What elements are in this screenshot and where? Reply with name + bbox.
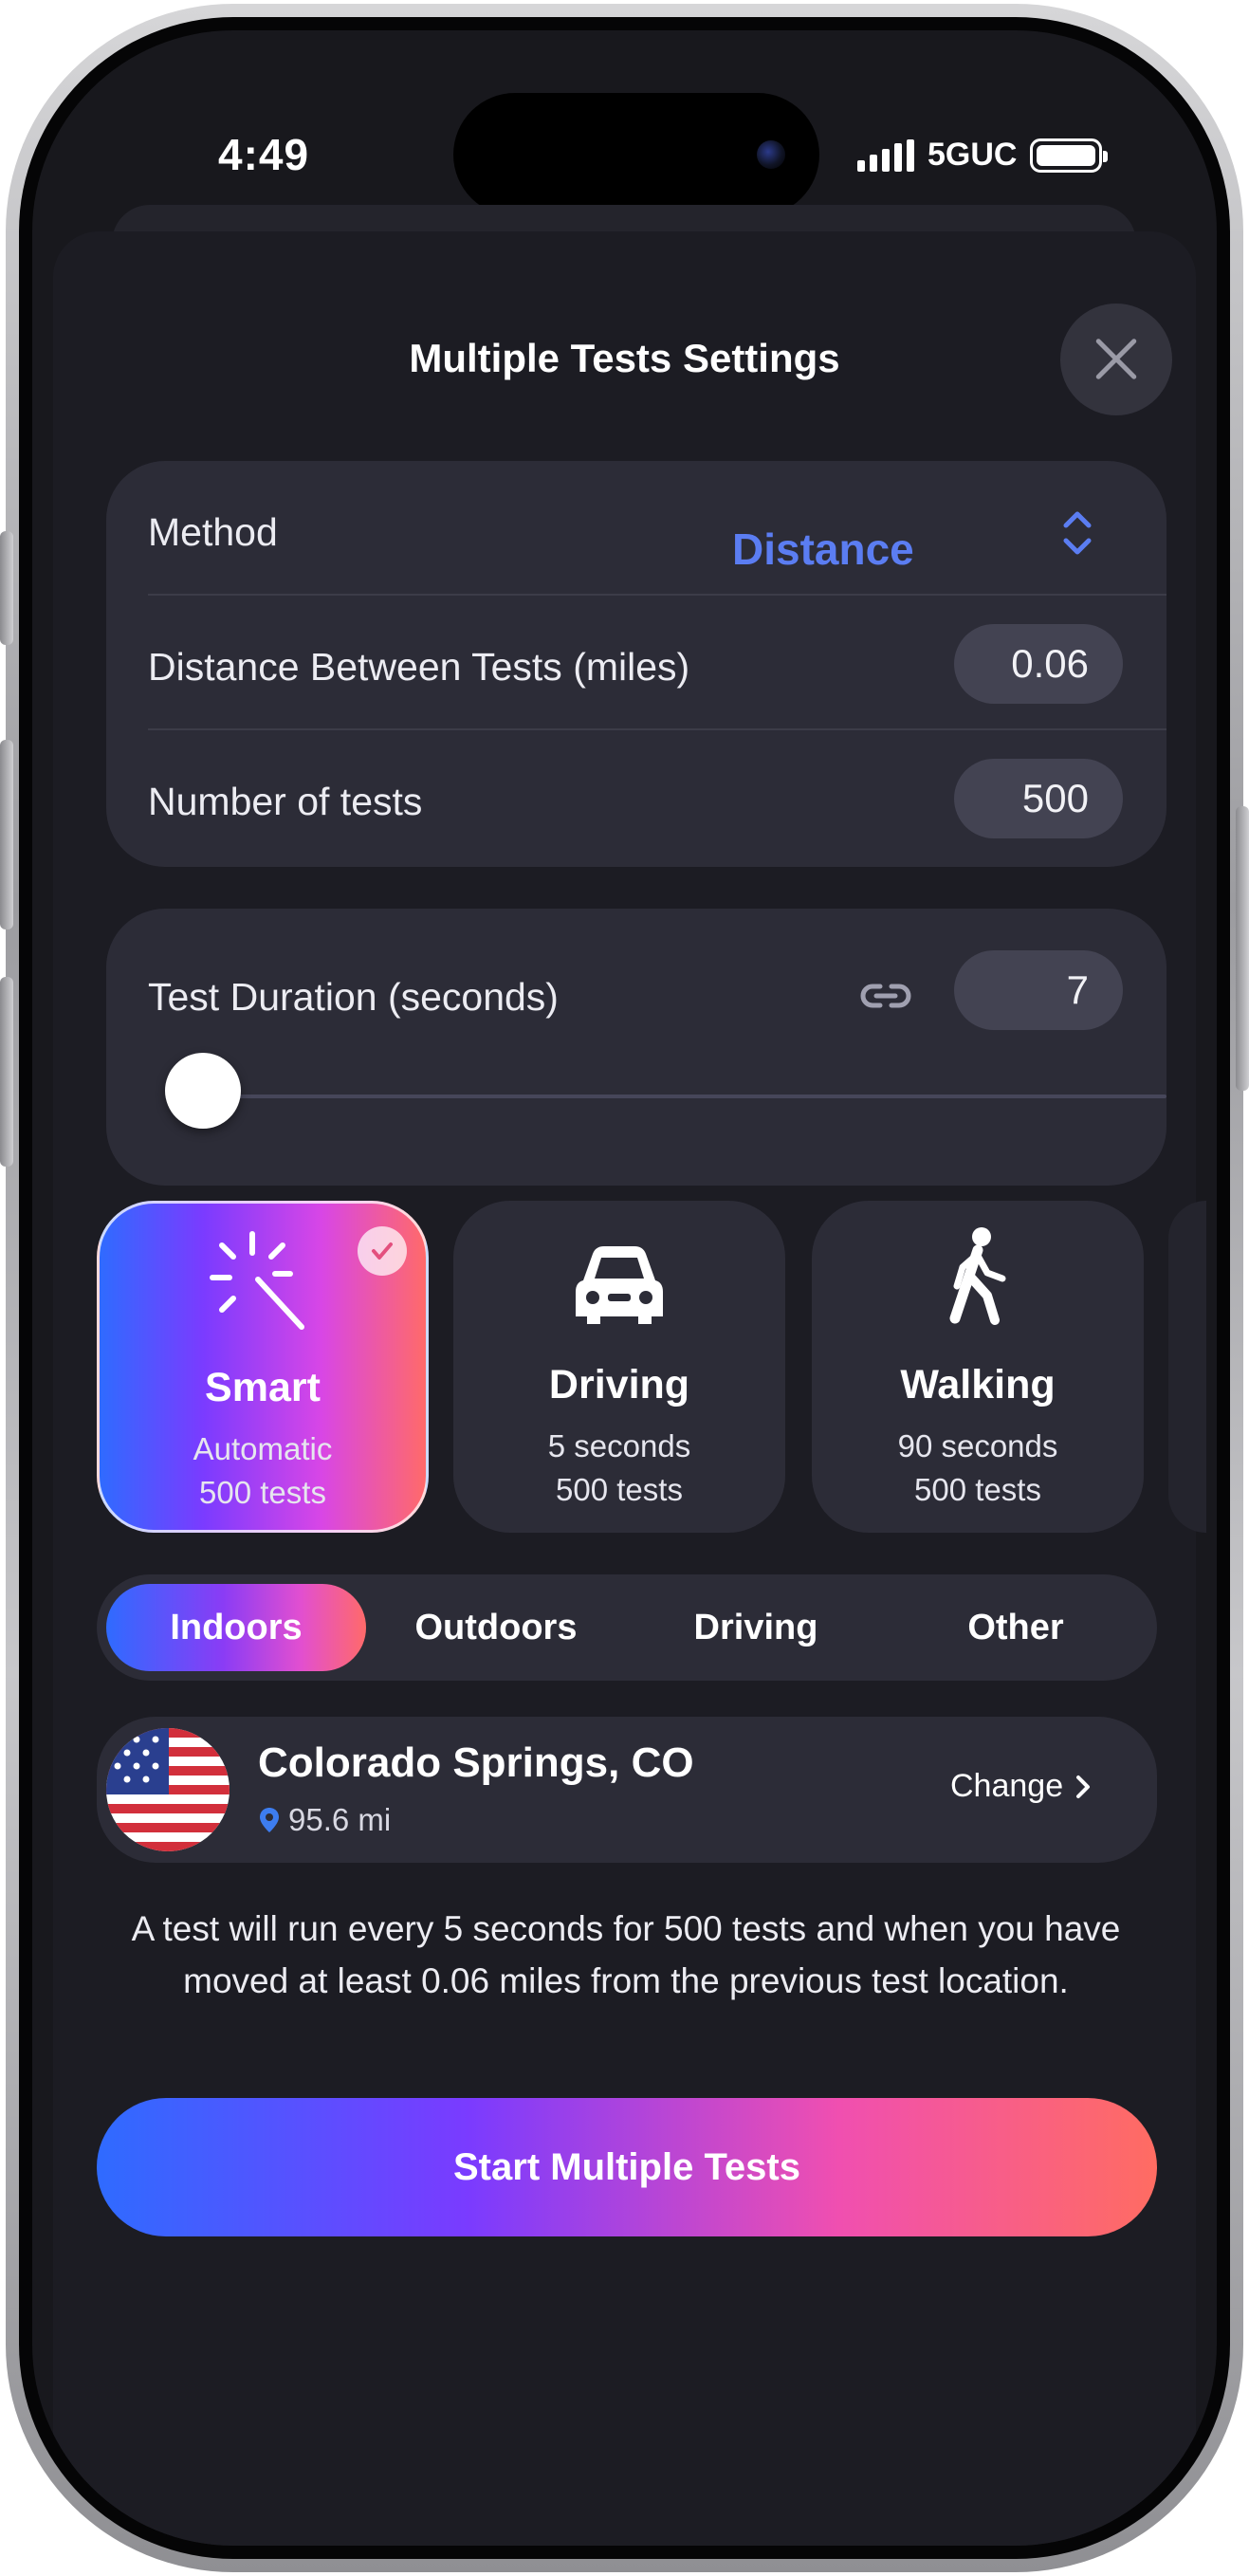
- environment-segmented-control: Indoors Outdoors Driving Other: [97, 1574, 1157, 1681]
- mode-tile-walking[interactable]: Walking 90 seconds 500 tests: [812, 1201, 1144, 1533]
- car-icon: [576, 1246, 663, 1324]
- mode-tile-smart[interactable]: Smart Automatic 500 tests: [97, 1201, 429, 1533]
- volume-down-button: [0, 977, 13, 1167]
- mode-name: Walking: [900, 1362, 1056, 1408]
- location-distance: 95.6 mi: [258, 1802, 391, 1838]
- magic-wand-icon: [210, 1231, 304, 1330]
- mode-tile-driving[interactable]: Driving 5 seconds 500 tests: [453, 1201, 785, 1533]
- location-distance-value: 95.6 mi: [288, 1802, 392, 1837]
- mode-detail: 500 tests: [914, 1472, 1041, 1507]
- selected-check-icon: [358, 1226, 407, 1276]
- tab-indoors[interactable]: Indoors: [106, 1584, 366, 1671]
- tab-other[interactable]: Other: [886, 1584, 1146, 1671]
- mode-detail: Automatic: [193, 1431, 333, 1466]
- power-button: [1236, 806, 1249, 1091]
- mode-detail: 90 seconds: [897, 1428, 1058, 1463]
- mode-name: Driving: [548, 1362, 690, 1408]
- tab-driving[interactable]: Driving: [626, 1584, 886, 1671]
- chevron-right-icon: [1076, 1775, 1091, 1798]
- mode-tile-next-peek[interactable]: [1168, 1201, 1206, 1533]
- volume-up-button: [0, 740, 13, 929]
- walking-person-icon: [949, 1227, 1006, 1325]
- start-multiple-tests-button[interactable]: Start Multiple Tests: [97, 2098, 1157, 2236]
- location-pin-icon: [260, 1808, 279, 1832]
- tab-outdoors[interactable]: Outdoors: [366, 1584, 626, 1671]
- change-label: Change: [950, 1768, 1064, 1804]
- mode-name: Smart: [205, 1365, 321, 1410]
- mode-detail: 5 seconds: [547, 1428, 691, 1463]
- mode-detail: 500 tests: [199, 1475, 326, 1510]
- us-flag-icon: [106, 1728, 230, 1851]
- test-description: A test will run every 5 seconds for 500 …: [131, 1909, 1121, 2000]
- location-card[interactable]: Colorado Springs, CO 95.6 mi Change: [97, 1717, 1157, 1863]
- location-city: Colorado Springs, CO: [258, 1739, 694, 1786]
- change-location-button[interactable]: Change: [950, 1768, 1092, 1805]
- mode-detail: 500 tests: [556, 1472, 683, 1507]
- content-layer: Smart Automatic 500 tests Driving 5 seco…: [32, 30, 1217, 2546]
- action-button: [0, 531, 13, 645]
